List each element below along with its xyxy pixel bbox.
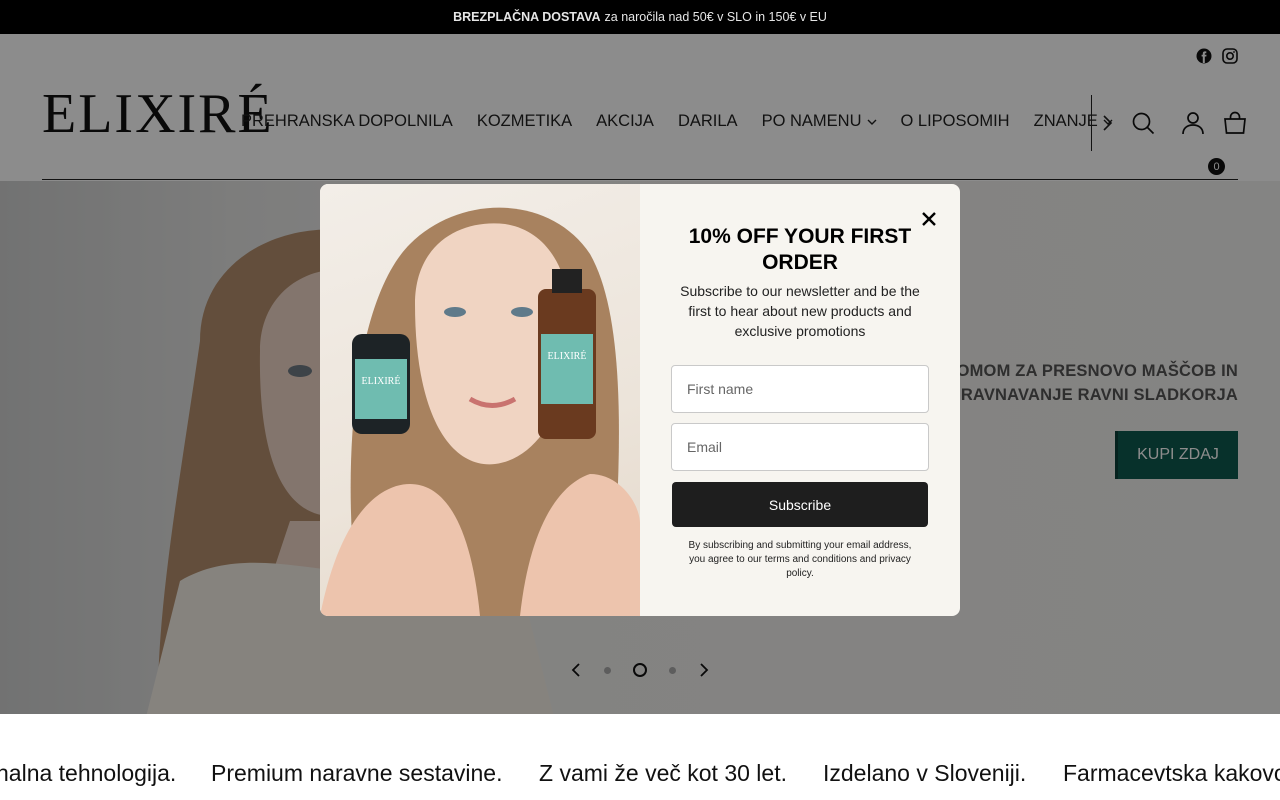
first-name-field[interactable] (671, 365, 929, 413)
announcement-bar: BREZPLAČNA DOSTAVA za naročila nad 50€ v… (0, 0, 1280, 34)
model-with-products-image: ELIXIRÉ ELIXIRÉ (320, 207, 640, 616)
modal-subtitle: Subscribe to our newsletter and be the f… (680, 283, 920, 339)
modal-legal-text: By subscribing and submitting your email… (688, 540, 912, 579)
usp-item: Premium naravne sestavine. (211, 760, 503, 786)
announcement-text: za naročila nad 50€ v SLO in 150€ v EU (604, 10, 827, 24)
usp-item: nalna tehnologija. (0, 760, 177, 786)
modal-title: 10% OFF YOUR FIRST ORDER (688, 225, 912, 274)
subscribe-button[interactable]: Subscribe (672, 482, 928, 527)
announcement-bold: BREZPLAČNA DOSTAVA (453, 10, 601, 24)
email-field[interactable] (671, 423, 929, 471)
bottle-label-right: ELIXIRÉ (548, 350, 587, 362)
usp-marquee: nalna tehnologija. Premium naravne sesta… (0, 714, 1280, 800)
modal-promo-image: ELIXIRÉ ELIXIRÉ (320, 184, 640, 616)
bottle-label-left: ELIXIRÉ (362, 375, 401, 387)
usp-item: Z vami že več kot 30 let. (539, 760, 787, 786)
usp-item: Farmacevtska kakovo (1063, 760, 1280, 786)
usp-item: Izdelano v Sloveniji. (823, 760, 1027, 786)
